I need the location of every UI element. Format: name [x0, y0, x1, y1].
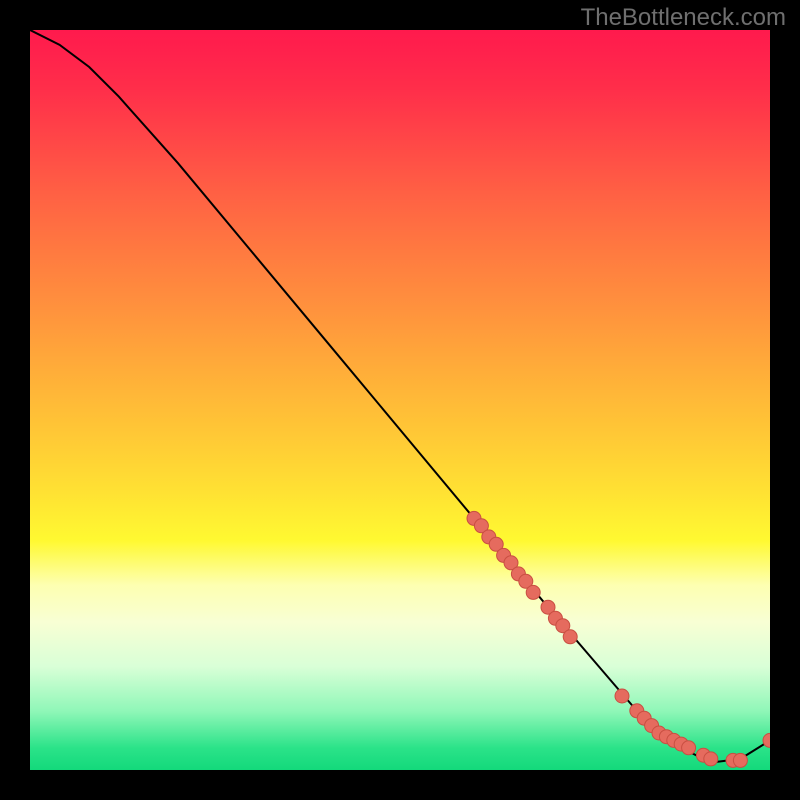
data-point: [704, 752, 718, 766]
data-point: [526, 585, 540, 599]
data-point: [563, 630, 577, 644]
chart-overlay: [30, 30, 770, 770]
data-point: [763, 733, 770, 747]
data-point: [682, 741, 696, 755]
data-point: [615, 689, 629, 703]
bottleneck-curve: [30, 30, 770, 763]
bottleneck-dots: [467, 511, 770, 767]
data-point: [733, 753, 747, 767]
watermark-text: TheBottleneck.com: [581, 4, 786, 32]
